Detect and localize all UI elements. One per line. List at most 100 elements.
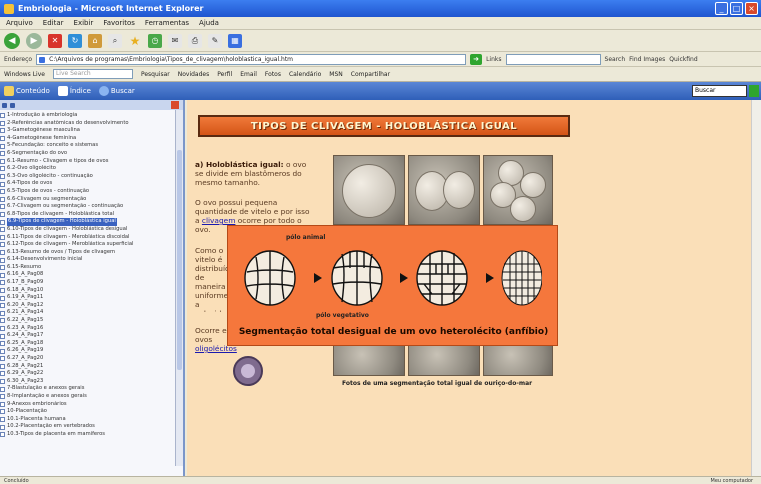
toc-item[interactable]: 6.29_A_Pag22 bbox=[0, 370, 183, 378]
compartilhar-link[interactable]: Compartilhar bbox=[351, 71, 390, 78]
forward-button[interactable]: ▶ bbox=[26, 32, 42, 49]
link-clivagem[interactable]: clivagem bbox=[202, 216, 236, 225]
segmentation-popup[interactable]: pólo animal pólo vegetativo Segmentação … bbox=[227, 225, 558, 346]
toc-item[interactable]: 6.8-Tipos de clivagem - Holoblástica tot… bbox=[0, 211, 183, 219]
toc-item[interactable]: 6.4-Tipos de ovos bbox=[0, 180, 183, 188]
toc-item[interactable]: 10-Placentação bbox=[0, 408, 183, 416]
toc-item[interactable]: 6.15-Resumo bbox=[0, 264, 183, 272]
toc-item[interactable]: 6.25_A_Pag18 bbox=[0, 340, 183, 348]
page-icon bbox=[0, 234, 5, 240]
toc-item[interactable]: 6.1-Resumo - Clivagem e tipos de ovos bbox=[0, 158, 183, 166]
toc-item[interactable]: 6.21_A_Pag14 bbox=[0, 309, 183, 317]
nav-forward-icon[interactable] bbox=[10, 102, 15, 108]
minimize-button[interactable]: _ bbox=[715, 2, 728, 15]
toc-item[interactable]: 7-Blastulação e anexos gerais bbox=[0, 385, 183, 393]
novidades-link[interactable]: Novidades bbox=[178, 71, 210, 78]
sidebar-scrollbar[interactable] bbox=[175, 110, 183, 466]
print-icon[interactable]: ⎙ bbox=[188, 33, 202, 48]
tab-indice[interactable]: Índice bbox=[57, 86, 91, 96]
toc-item[interactable]: 4-Gametogênese feminina bbox=[0, 135, 183, 143]
toc-item[interactable]: 6.18_A_Pag10 bbox=[0, 287, 183, 295]
toc-item[interactable]: 6.17_B_Pag09 bbox=[0, 279, 183, 287]
toc-item[interactable]: 3-Gametogênese masculina bbox=[0, 127, 183, 135]
tab-conteudo[interactable]: Conteúdo bbox=[4, 86, 50, 96]
history-icon[interactable]: ◷ bbox=[148, 33, 162, 48]
toc-item[interactable]: 6.14-Desenvolvimento inicial bbox=[0, 256, 183, 264]
toc-item[interactable]: 6.28_A_Pag21 bbox=[0, 363, 183, 371]
menu-exibir[interactable]: Exibir bbox=[74, 19, 94, 27]
find-go-button[interactable] bbox=[749, 85, 759, 97]
perfil-link[interactable]: Perfil bbox=[217, 71, 232, 78]
address-input[interactable]: C:\Arquivos de programas\Embriologia\Tip… bbox=[36, 53, 467, 65]
home-icon[interactable]: ⌂ bbox=[88, 33, 102, 48]
pesquisar-link[interactable]: Pesquisar bbox=[141, 71, 170, 78]
msn-link[interactable]: MSN bbox=[329, 71, 342, 78]
right-search-item[interactable]: Search bbox=[605, 56, 626, 63]
toc-item[interactable]: 6.30_A_Pag23 bbox=[0, 378, 183, 386]
menu-arquivo[interactable]: Arquivo bbox=[6, 19, 33, 27]
toc-item[interactable]: 6.9-Tipos de clivagem - Holoblástica igu… bbox=[0, 218, 183, 226]
toc-item[interactable]: 10.3-Tipos de placenta em mamíferos bbox=[0, 431, 183, 439]
toc-item[interactable]: 10.2-Placentação em vertebrados bbox=[0, 423, 183, 431]
toc-item[interactable]: 6.16_A_Pag08 bbox=[0, 271, 183, 279]
menu-ajuda[interactable]: Ajuda bbox=[199, 19, 219, 27]
toc-item-label: 6.26_A_Pag19 bbox=[7, 347, 44, 354]
go-button[interactable]: ➜ bbox=[470, 53, 483, 65]
windows-live-link[interactable]: Windows Live bbox=[4, 71, 45, 78]
sidebar-scroll-thumb[interactable] bbox=[177, 150, 182, 370]
find-input[interactable]: Buscar bbox=[692, 85, 747, 97]
calendario-link[interactable]: Calendário bbox=[289, 71, 321, 78]
sidebar-close-icon[interactable] bbox=[171, 101, 179, 109]
toc-item[interactable]: 2-Referências anatômicas do desenvolvime… bbox=[0, 120, 183, 128]
toc-item[interactable]: 6.26_A_Pag19 bbox=[0, 347, 183, 355]
mascot-icon[interactable] bbox=[233, 356, 263, 386]
fotos-link[interactable]: Fotos bbox=[265, 71, 281, 78]
page-icon bbox=[0, 363, 5, 369]
toc-item[interactable]: 6.27_A_Pag20 bbox=[0, 355, 183, 363]
toc-item[interactable]: 5-Fecundação: conceito e sistemas bbox=[0, 142, 183, 150]
toc-item[interactable]: 6.10-Tipos de clivagem - Holoblástica de… bbox=[0, 226, 183, 234]
menu-editar[interactable]: Editar bbox=[43, 19, 64, 27]
toc-item[interactable]: 9-Anexos embrionários bbox=[0, 401, 183, 409]
refresh-icon[interactable]: ↻ bbox=[68, 33, 82, 48]
close-button[interactable]: × bbox=[745, 2, 758, 15]
toc-item[interactable]: 6.3-Ovo oligolécito - continuação bbox=[0, 173, 183, 181]
maximize-button[interactable]: □ bbox=[730, 2, 743, 15]
toc-item[interactable]: 6.5-Tipos de ovos - continuação bbox=[0, 188, 183, 196]
toc-item[interactable]: 6.11-Tipos de clivagem - Meroblástica di… bbox=[0, 234, 183, 242]
toc-item[interactable]: 6.12-Tipos de clivagem - Meroblástica su… bbox=[0, 241, 183, 249]
toc-item[interactable]: 10.1-Placenta humana bbox=[0, 416, 183, 424]
toc-item[interactable]: 6-Segmentação do ovo bbox=[0, 150, 183, 158]
toc-item[interactable]: 6.19_A_Pag11 bbox=[0, 294, 183, 302]
nav-back-icon[interactable] bbox=[2, 102, 7, 108]
toc-item[interactable]: 6.20_A_Pag12 bbox=[0, 302, 183, 310]
menu-ferramentas[interactable]: Ferramentas bbox=[145, 19, 189, 27]
toc-item[interactable]: 6.22_A_Pag15 bbox=[0, 317, 183, 325]
links-label[interactable]: Links bbox=[486, 56, 501, 63]
toc-item-label: 6.4-Tipos de ovos bbox=[7, 180, 53, 187]
messenger-icon[interactable]: ▦ bbox=[228, 33, 242, 48]
mail-icon[interactable]: ✉ bbox=[168, 33, 182, 48]
back-button[interactable]: ◀ bbox=[4, 32, 20, 49]
edit-icon[interactable]: ✎ bbox=[208, 33, 222, 48]
find-images-item[interactable]: Find Images bbox=[629, 56, 665, 63]
toc-item-label: 10.2-Placentação em vertebrados bbox=[7, 423, 95, 430]
toc-item[interactable]: 6.23_A_Pag16 bbox=[0, 325, 183, 333]
menu-favoritos[interactable]: Favoritos bbox=[103, 19, 135, 27]
toc-item[interactable]: 6.7-Clivagem ou segmentação - continuaçã… bbox=[0, 203, 183, 211]
toc-item[interactable]: 6.6-Clivagem ou segmentação bbox=[0, 196, 183, 204]
favorites-icon[interactable]: ★ bbox=[128, 34, 142, 48]
search-icon[interactable]: ⌕ bbox=[108, 33, 122, 48]
email-link[interactable]: Email bbox=[240, 71, 257, 78]
toc-item[interactable]: 1-Introdução à embriologia bbox=[0, 112, 183, 120]
stop-icon[interactable]: ✕ bbox=[48, 33, 62, 48]
toc-item[interactable]: 6.13-Resumo de ovos / Tipos de clivagem bbox=[0, 249, 183, 257]
live-search-input[interactable]: Live Search bbox=[52, 69, 133, 79]
content-scrollbar[interactable] bbox=[751, 100, 761, 476]
tab-buscar[interactable]: Buscar bbox=[98, 86, 135, 96]
toolbar-search-input[interactable] bbox=[505, 53, 601, 65]
quickfind-item[interactable]: Quickfind bbox=[669, 56, 697, 63]
toc-item[interactable]: 6.24_A_Pag17 bbox=[0, 332, 183, 340]
toc-item[interactable]: 6.2-Ovo oligolécito bbox=[0, 165, 183, 173]
toc-item[interactable]: 8-Implantação e anexos gerais bbox=[0, 393, 183, 401]
